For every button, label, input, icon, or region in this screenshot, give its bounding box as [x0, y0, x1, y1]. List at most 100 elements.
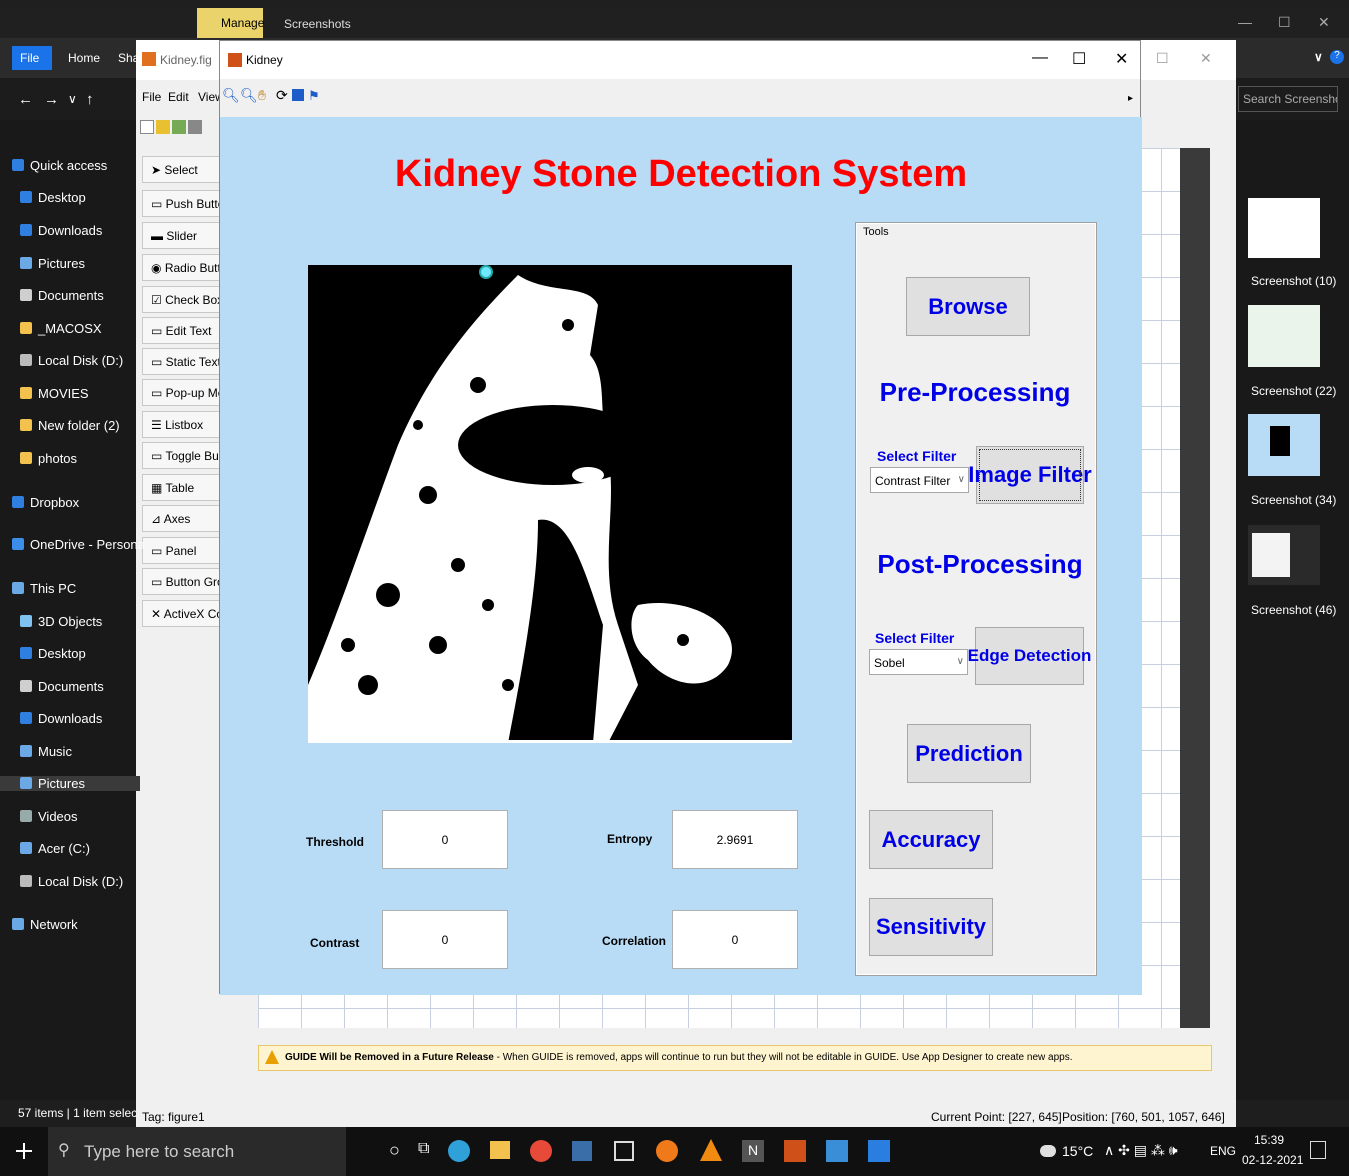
- sidebar-item[interactable]: This PC: [12, 581, 76, 596]
- sidebar-item[interactable]: photos: [20, 451, 77, 466]
- sidebar-item[interactable]: MOVIES: [20, 386, 89, 401]
- manage-tab[interactable]: Manage: [197, 8, 264, 38]
- image-filter-button[interactable]: Image Filter: [968, 446, 1092, 504]
- palette-select[interactable]: ➤ Select: [142, 156, 222, 183]
- sidebar-item[interactable]: Dropbox: [12, 495, 79, 510]
- firefox-icon[interactable]: [656, 1140, 678, 1162]
- guide-menu-file[interactable]: File: [142, 90, 161, 104]
- figure-close-icon[interactable]: ✕: [1115, 49, 1128, 69]
- ribbon-expand-icon[interactable]: ∨: [1314, 50, 1323, 64]
- recent-icon[interactable]: ∨: [68, 92, 77, 106]
- sidebar-item[interactable]: Quick access: [12, 158, 107, 173]
- datatip-icon[interactable]: ⚑: [308, 88, 320, 104]
- palette-push-button[interactable]: ▭ Push Butto: [142, 190, 222, 217]
- task-view-icon[interactable]: ⧉: [418, 1140, 429, 1158]
- rotate-icon[interactable]: ⟳: [276, 87, 288, 104]
- palette-toggle-button[interactable]: ▭ Toggle But: [142, 442, 222, 469]
- language-indicator[interactable]: ENG: [1210, 1144, 1236, 1158]
- notion-icon[interactable]: N: [742, 1140, 764, 1162]
- windows-start-icon[interactable]: [16, 1143, 32, 1159]
- sidebar-item[interactable]: Music: [20, 744, 72, 759]
- sidebar-item[interactable]: Documents: [20, 288, 104, 303]
- sidebar-item[interactable]: OneDrive - Persona: [12, 537, 145, 552]
- notification-icon[interactable]: [1310, 1141, 1326, 1159]
- cortana-icon[interactable]: ○: [389, 1140, 400, 1161]
- accuracy-button[interactable]: Accuracy: [869, 810, 993, 869]
- figure-minimize-icon[interactable]: —: [1032, 49, 1048, 67]
- close-icon[interactable]: ✕: [1318, 14, 1330, 31]
- palette-table[interactable]: ▦ Table: [142, 474, 222, 501]
- palette-edit-text[interactable]: ▭ Edit Text: [142, 317, 222, 344]
- sensitivity-button[interactable]: Sensitivity: [869, 898, 993, 956]
- palette-activex[interactable]: ✕ ActiveX Co: [142, 600, 222, 627]
- edge-icon[interactable]: [448, 1140, 470, 1162]
- sidebar-item[interactable]: Network: [12, 917, 78, 932]
- prediction-button[interactable]: Prediction: [907, 724, 1031, 783]
- sidebar-item[interactable]: Local Disk (D:): [20, 353, 123, 368]
- help-icon[interactable]: ?: [1330, 50, 1344, 64]
- threshold-field[interactable]: 0: [382, 810, 508, 869]
- matlab-taskbar-icon[interactable]: [784, 1140, 806, 1162]
- edge-detection-button[interactable]: Edge Detection: [968, 627, 1091, 685]
- palette-check-box[interactable]: ☑ Check Box: [142, 286, 222, 313]
- palette-panel[interactable]: ▭ Panel: [142, 537, 222, 564]
- maximize-icon[interactable]: ☐: [1278, 14, 1291, 31]
- new-icon[interactable]: [140, 119, 154, 134]
- sidebar-item[interactable]: _MACOSX: [20, 321, 102, 336]
- up-icon[interactable]: ↑: [86, 91, 94, 108]
- chrome-icon[interactable]: [530, 1140, 552, 1162]
- edge-filter-select[interactable]: Sobel ∨: [869, 649, 968, 675]
- palette-axes[interactable]: ⊿ Axes: [142, 505, 222, 532]
- app2-icon[interactable]: [826, 1140, 848, 1162]
- clock-date[interactable]: 02-12-2021: [1242, 1153, 1303, 1167]
- clock-time[interactable]: 15:39: [1254, 1133, 1284, 1147]
- sidebar-item[interactable]: Videos: [20, 809, 78, 824]
- window-icon[interactable]: [614, 1141, 634, 1161]
- grid-scrollbar[interactable]: [1180, 148, 1210, 1028]
- palette-listbox[interactable]: ☰ Listbox: [142, 411, 222, 438]
- taskbar-search-input[interactable]: ⚲ Type here to search: [48, 1127, 346, 1176]
- vlc-icon[interactable]: [700, 1139, 722, 1161]
- sidebar-item[interactable]: Pictures: [0, 776, 140, 791]
- sidebar-item[interactable]: Downloads: [20, 711, 102, 726]
- thumbnail-4[interactable]: [1248, 525, 1320, 585]
- palette-slider[interactable]: ▬ Slider: [142, 222, 222, 249]
- thumbnail-2[interactable]: [1248, 305, 1320, 367]
- sidebar-item[interactable]: Desktop: [20, 646, 86, 661]
- palette-button-group[interactable]: ▭ Button Gro: [142, 568, 222, 595]
- minimize-icon[interactable]: —: [1238, 14, 1252, 30]
- sidebar-item[interactable]: Pictures: [20, 256, 85, 271]
- sidebar-item[interactable]: Documents: [20, 679, 104, 694]
- toolbar-overflow-icon[interactable]: ▸: [1128, 93, 1133, 104]
- file-explorer-icon[interactable]: [490, 1141, 510, 1159]
- guide-menu-edit[interactable]: Edit: [168, 90, 189, 104]
- correlation-field[interactable]: 0: [672, 910, 798, 969]
- sidebar-item[interactable]: Local Disk (D:): [20, 874, 123, 889]
- back-icon[interactable]: ←: [18, 91, 33, 108]
- image-axes[interactable]: [308, 265, 792, 743]
- home-tab[interactable]: Home: [68, 51, 100, 65]
- save-icon[interactable]: [188, 119, 202, 134]
- guide-maximize-icon[interactable]: ☐: [1156, 50, 1169, 67]
- contrast-field[interactable]: 0: [382, 910, 508, 969]
- palette-popup-menu[interactable]: ▭ Pop-up Me: [142, 379, 222, 406]
- search-input[interactable]: Search Screenshots: [1238, 86, 1338, 112]
- edit-icon[interactable]: [172, 119, 186, 134]
- open-icon[interactable]: [156, 119, 170, 134]
- pan-icon[interactable]: ✋︎: [258, 87, 266, 104]
- sidebar-item[interactable]: New folder (2): [20, 418, 120, 433]
- photos-icon[interactable]: [868, 1140, 890, 1162]
- sidebar-item[interactable]: Acer (C:): [20, 841, 90, 856]
- entropy-field[interactable]: 2.9691: [672, 810, 798, 869]
- forward-icon[interactable]: →: [44, 91, 59, 108]
- palette-radio-button[interactable]: ◉ Radio Butt: [142, 254, 222, 281]
- sidebar-item[interactable]: Desktop: [20, 190, 86, 205]
- thumbnail-1[interactable]: [1248, 198, 1320, 258]
- figure-maximize-icon[interactable]: ☐: [1072, 49, 1086, 69]
- tray-icons[interactable]: ∧ ✣ ▤ ⁂ 🕪︎: [1104, 1142, 1178, 1159]
- file-tab[interactable]: File: [12, 46, 52, 70]
- zoom-out-icon[interactable]: 🔍︎: [240, 87, 258, 104]
- guide-close-icon[interactable]: ✕: [1200, 50, 1212, 67]
- sidebar-item[interactable]: Downloads: [20, 223, 102, 238]
- contrast-filter-select[interactable]: Contrast Filter ∨: [870, 467, 969, 493]
